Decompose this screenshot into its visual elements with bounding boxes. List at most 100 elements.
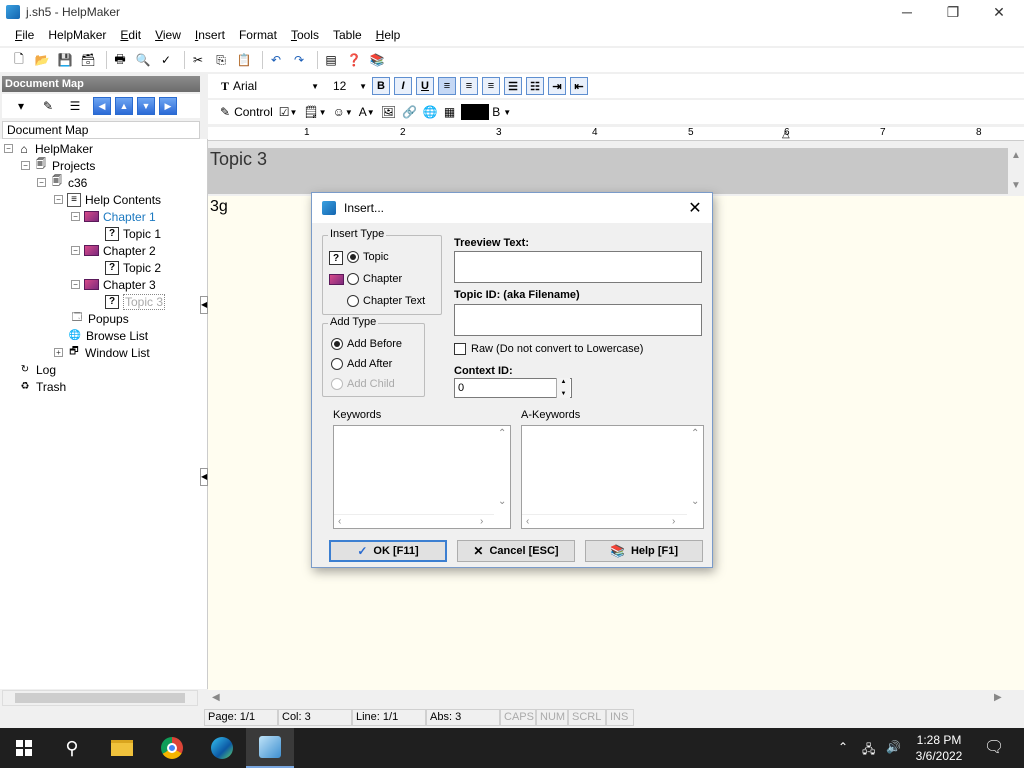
move-first-icon[interactable]: ◀ — [93, 97, 111, 115]
redo-icon[interactable]: ↷ — [290, 51, 308, 69]
treeview-text-input[interactable] — [454, 251, 702, 283]
scroll-down-icon[interactable]: ⌄ — [498, 496, 506, 507]
insert-checkbox-button[interactable]: ☑ ▼ — [279, 105, 298, 119]
scroll-up-icon[interactable]: ▲ — [1011, 150, 1021, 161]
file-explorer-icon[interactable] — [98, 728, 146, 768]
print-icon[interactable]: 🖶 — [111, 51, 129, 69]
scroll-down-icon[interactable]: ▼ — [1011, 180, 1021, 191]
insert-object-icon[interactable]: ▦ — [444, 105, 455, 119]
collapse-left-icon[interactable]: ◀ — [200, 296, 208, 314]
notifications-icon[interactable]: 🗨 — [984, 737, 1004, 757]
tree-node-topic-3[interactable]: ? Topic 3 — [105, 293, 166, 310]
scroll-right-icon[interactable]: ▶ — [994, 692, 1002, 703]
tree-node-trash[interactable]: ♻ Trash — [18, 378, 67, 395]
radio-add-before[interactable]: Add Before — [331, 338, 402, 350]
collapse-icon[interactable]: − — [37, 178, 46, 187]
tree-node-chapter-3[interactable]: − Chapter 3 — [71, 276, 156, 293]
menu-file[interactable]: File — [8, 28, 41, 42]
radio-chapter[interactable]: Chapter — [347, 273, 402, 285]
ruler[interactable]: 1 2 3 4 5 6 7 8 △ — [208, 127, 1024, 141]
font-size-select[interactable]: 12 ▼ — [328, 76, 372, 96]
spin-up-icon[interactable]: ▲ — [561, 379, 567, 385]
tree-node-help-contents[interactable]: − ≡ Help Contents — [54, 191, 161, 208]
tree-node-chapter-1[interactable]: − Chapter 1 — [71, 208, 156, 225]
move-down-icon[interactable]: ▼ — [137, 97, 155, 115]
tree-node-window-list[interactable]: + 🗗 Window List — [54, 344, 150, 361]
context-id-spinner[interactable]: ▲ ▼ — [454, 378, 572, 398]
cut-icon[interactable]: ✂ — [189, 51, 207, 69]
vertical-scrollbar[interactable]: ⌃ ⌄ — [687, 426, 703, 512]
checkbox[interactable] — [454, 343, 466, 355]
search-icon[interactable]: ⚲ — [48, 728, 96, 768]
radio-button[interactable] — [347, 251, 359, 263]
menu-help[interactable]: Help — [369, 28, 408, 42]
system-clock[interactable]: 1:28 PM 3/6/2022 — [906, 732, 972, 764]
help-button[interactable]: 📚 Help [F1] — [585, 540, 703, 562]
bold-icon[interactable]: B — [372, 77, 390, 95]
scroll-left-icon[interactable]: ‹ — [338, 516, 341, 527]
raw-checkbox[interactable]: Raw (Do not convert to Lowercase) — [454, 343, 643, 355]
maximize-button[interactable]: ❐ — [930, 0, 976, 24]
tree-node-project-c36[interactable]: − 🗐 c36 — [37, 174, 87, 191]
compile-icon[interactable]: ▤ — [322, 51, 340, 69]
tree-node-popups[interactable]: 🗔 Popups — [70, 310, 129, 327]
topic-header-scrollbar[interactable]: ▲ ▼ — [1008, 148, 1024, 194]
scroll-down-icon[interactable]: ⌄ — [691, 496, 699, 507]
spellcheck-icon[interactable]: ✓ — [157, 51, 175, 69]
topic-header-pane[interactable]: Topic 3 — [208, 148, 1008, 194]
spin-down-icon[interactable]: ▼ — [561, 391, 567, 397]
italic-icon[interactable]: I — [394, 77, 412, 95]
radio-button[interactable] — [331, 338, 343, 350]
insert-web-link-icon[interactable]: 🌐 — [423, 105, 438, 119]
collapse-left-icon[interactable]: ◀ — [200, 468, 208, 486]
radio-button[interactable] — [347, 295, 359, 307]
menu-tools[interactable]: Tools — [284, 28, 326, 42]
close-button[interactable]: ✕ — [976, 0, 1022, 24]
panel-splitter[interactable]: ◀ ◀ — [200, 296, 208, 486]
insert-note-button[interactable]: 🗒 ▼ — [303, 105, 326, 119]
radio-button[interactable] — [331, 358, 343, 370]
text-color-button[interactable]: B ▼ — [461, 104, 511, 120]
tree-node-topic-2[interactable]: ? Topic 2 — [105, 259, 161, 276]
tree-node-log[interactable]: ↻ Log — [18, 361, 56, 378]
chrome-icon[interactable] — [148, 728, 196, 768]
scroll-right-icon[interactable]: › — [672, 516, 675, 527]
ok-button[interactable]: ✓ OK [F11] — [329, 540, 447, 562]
insert-image-icon[interactable]: 🖼 — [381, 105, 396, 119]
minimize-button[interactable]: ─ — [884, 0, 930, 24]
insert-item-icon[interactable]: ▾ — [12, 97, 30, 115]
scroll-thumb[interactable] — [15, 693, 185, 703]
tree-node-topic-1[interactable]: ? Topic 1 — [105, 225, 161, 242]
network-icon[interactable]: 🖧 — [862, 740, 875, 761]
collapse-icon[interactable]: − — [71, 246, 80, 255]
bullet-list-icon[interactable]: ☰ — [504, 77, 522, 95]
help-topic-icon[interactable]: ❓ — [345, 51, 363, 69]
align-right-icon[interactable]: ≡ — [482, 77, 500, 95]
menu-helpmaker[interactable]: HelpMaker — [41, 28, 113, 42]
helpmaker-taskbar-icon[interactable] — [246, 728, 294, 768]
a-keywords-listbox[interactable]: ⌃ ⌄ ‹ › — [521, 425, 704, 529]
editor-vertical-scrollbar[interactable] — [1008, 196, 1024, 690]
new-file-icon[interactable]: 🗋 — [10, 51, 28, 69]
save-all-icon[interactable]: 🗃 — [79, 51, 97, 69]
tab-stop-marker[interactable]: △ — [782, 129, 790, 140]
spinner-arrows[interactable]: ▲ ▼ — [556, 378, 570, 398]
radio-add-after[interactable]: Add After — [331, 358, 392, 370]
tree-node-projects[interactable]: − 🗐 Projects — [21, 157, 95, 174]
scroll-left-icon[interactable]: ◀ — [212, 692, 220, 703]
tree-node-helpmaker[interactable]: − ⌂ HelpMaker — [4, 140, 93, 157]
insert-style-button[interactable]: A ▼ — [359, 105, 375, 119]
copy-icon[interactable]: ⎘ — [212, 51, 230, 69]
scroll-up-icon[interactable]: ⌃ — [498, 428, 506, 439]
volume-icon[interactable]: 🔊 — [886, 740, 901, 754]
radio-topic[interactable]: Topic — [347, 251, 389, 263]
radio-button[interactable] — [347, 273, 359, 285]
document-map-tree[interactable]: − ⌂ HelpMaker − 🗐 Projects − 🗐 c36 − ≡ H… — [0, 139, 208, 689]
tree-horizontal-scrollbar[interactable] — [2, 690, 198, 706]
close-icon[interactable]: ✕ — [684, 197, 706, 219]
collapse-icon[interactable]: − — [4, 144, 13, 153]
start-button[interactable] — [0, 728, 48, 768]
align-center-icon[interactable]: ≡ — [460, 77, 478, 95]
move-up-icon[interactable]: ▲ — [115, 97, 133, 115]
tree-node-browse-list[interactable]: 🌐 Browse List — [68, 327, 148, 344]
